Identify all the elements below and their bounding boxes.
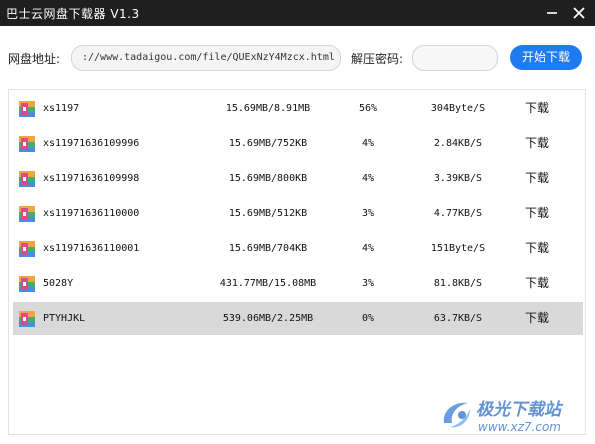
file-name: xs11971636110000: [43, 208, 140, 219]
download-row[interactable]: xs1197 15.69MB/8.91MB 56% 304Byte/S 下载: [13, 92, 583, 125]
download-action-button[interactable]: 下载: [513, 92, 561, 125]
download-action-button[interactable]: 下载: [513, 162, 561, 195]
close-icon: [573, 7, 585, 19]
archive-file-icon: [19, 206, 35, 222]
file-size: 15.69MB/8.91MB: [225, 103, 311, 114]
file-size: 15.69MB/704KB: [228, 243, 308, 254]
password-label: 解压密码:: [351, 52, 404, 66]
file-name: xs1197: [43, 103, 80, 114]
file-name: PTYHJKL: [43, 313, 86, 324]
file-size: 539.06MB/2.25MB: [222, 313, 314, 324]
watermark-logo-icon: [443, 402, 470, 428]
download-row[interactable]: xs11971636109996 15.69MB/752KB 4% 2.84KB…: [13, 127, 583, 160]
archive-file-icon: [19, 101, 35, 117]
close-button[interactable]: [568, 2, 590, 24]
window-title: 巴士云网盘下载器 V1.3: [6, 7, 140, 21]
archive-file-icon: [19, 276, 35, 292]
download-row[interactable]: xs11971636109998 15.69MB/800KB 4% 3.39KB…: [13, 162, 583, 195]
minimize-icon: [547, 12, 557, 14]
progress-percent: 3%: [361, 208, 375, 219]
download-speed: 63.7KB/S: [433, 313, 483, 324]
progress-percent: 56%: [358, 103, 378, 114]
download-list[interactable]: xs1197 15.69MB/8.91MB 56% 304Byte/S 下载 x…: [8, 89, 586, 435]
progress-percent: 0%: [361, 313, 375, 324]
download-speed: 4.77KB/S: [433, 208, 483, 219]
start-download-button[interactable]: 开始下载: [510, 45, 582, 70]
file-size: 15.69MB/752KB: [228, 138, 308, 149]
watermark: 极光下载站 www.xz7.com: [440, 393, 590, 441]
file-size: 15.69MB/512KB: [228, 208, 308, 219]
download-speed: 304Byte/S: [430, 103, 486, 114]
archive-file-icon: [19, 311, 35, 327]
file-name: 5028Y: [43, 278, 74, 289]
watermark-text: 极光下载站: [476, 400, 561, 420]
download-row[interactable]: xs11971636110000 15.69MB/512KB 3% 4.77KB…: [13, 197, 583, 230]
download-action-button[interactable]: 下载: [513, 232, 561, 265]
file-name: xs11971636110001: [43, 243, 140, 254]
download-speed: 81.8KB/S: [433, 278, 483, 289]
progress-percent: 4%: [361, 243, 375, 254]
file-name: xs11971636109998: [43, 173, 140, 184]
file-size: 15.69MB/800KB: [228, 173, 308, 184]
download-speed: 151Byte/S: [430, 243, 486, 254]
archive-file-icon: [19, 171, 35, 187]
file-size: 431.77MB/15.08MB: [219, 278, 317, 289]
archive-file-icon: [19, 136, 35, 152]
minimize-button[interactable]: [541, 2, 563, 24]
url-label: 网盘地址:: [8, 52, 61, 66]
title-bar: 巴士云网盘下载器 V1.3: [0, 0, 595, 26]
progress-percent: 4%: [361, 138, 375, 149]
file-name: xs11971636109996: [43, 138, 140, 149]
download-speed: 2.84KB/S: [433, 138, 483, 149]
download-action-button[interactable]: 下载: [513, 267, 561, 300]
archive-file-icon: [19, 241, 35, 257]
watermark-url: www.xz7.com: [478, 420, 561, 434]
download-row[interactable]: 5028Y 431.77MB/15.08MB 3% 81.8KB/S 下载: [13, 267, 583, 300]
download-row[interactable]: xs11971636110001 15.69MB/704KB 4% 151Byt…: [13, 232, 583, 265]
download-row-selected[interactable]: PTYHJKL 539.06MB/2.25MB 0% 63.7KB/S 下载: [13, 302, 583, 335]
password-input[interactable]: [412, 45, 498, 71]
download-action-button[interactable]: 下载: [513, 127, 561, 160]
url-input[interactable]: ://www.tadaigou.com/file/QUExNzY4Mzcx.ht…: [71, 45, 341, 71]
progress-percent: 4%: [361, 173, 375, 184]
progress-percent: 3%: [361, 278, 375, 289]
download-speed: 3.39KB/S: [433, 173, 483, 184]
download-action-button[interactable]: 下载: [513, 302, 561, 335]
download-action-button[interactable]: 下载: [513, 197, 561, 230]
